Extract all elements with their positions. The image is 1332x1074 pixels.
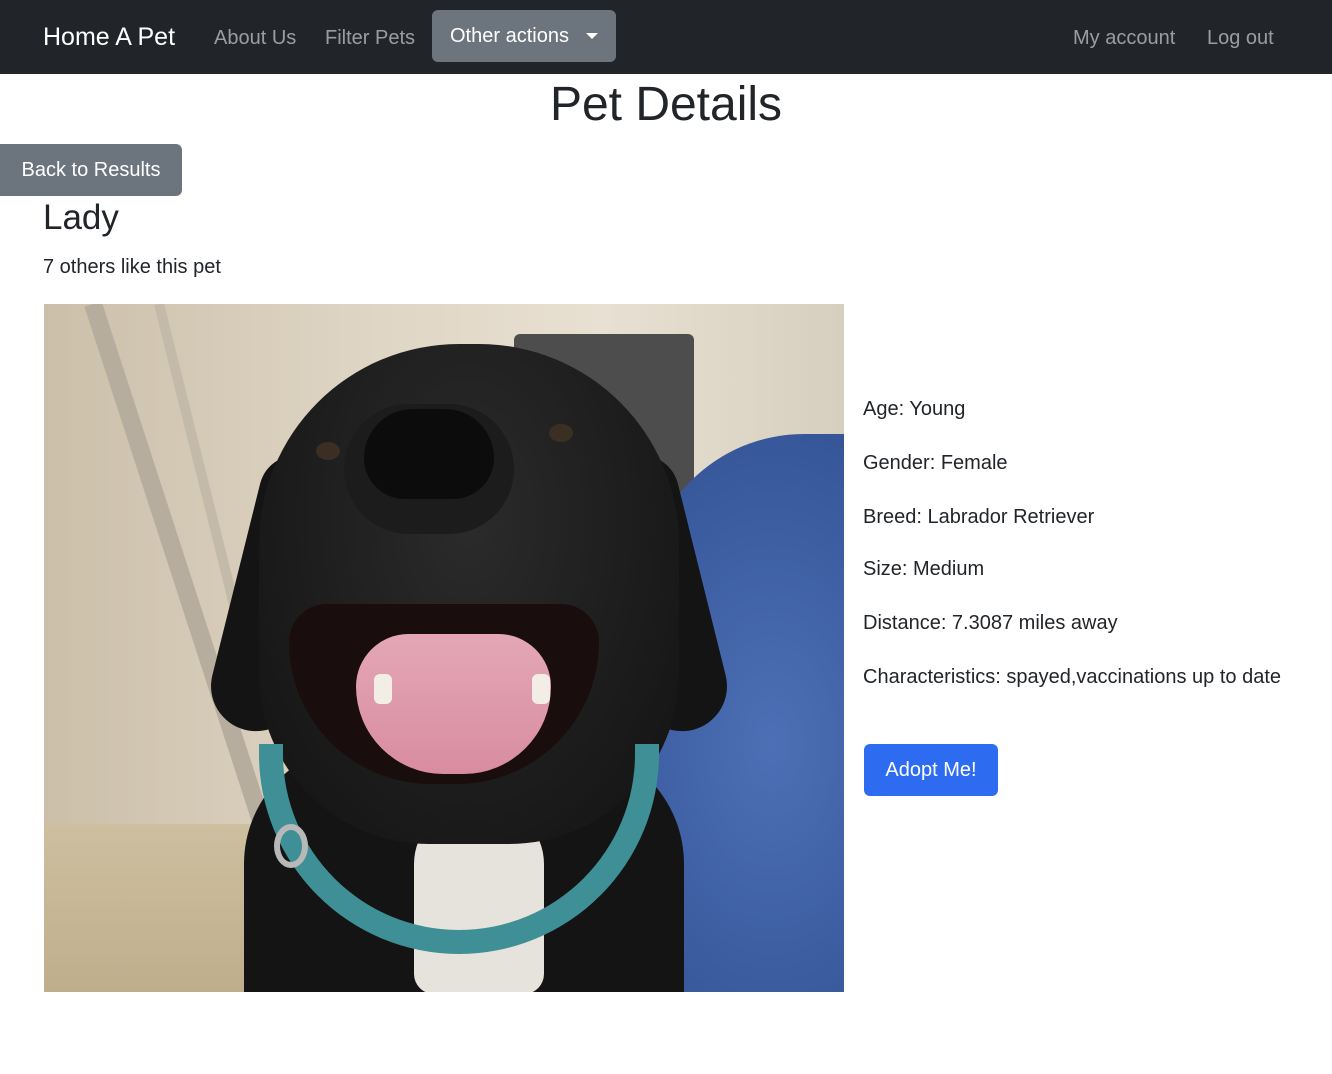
top-navbar: Home A Pet About Us Filter Pets Other ac…	[0, 0, 1332, 74]
pet-distance: Distance: 7.3087 miles away	[863, 612, 1118, 634]
caret-down-icon	[586, 33, 598, 39]
likes-count: 7 others like this pet	[43, 256, 221, 278]
other-actions-dropdown[interactable]: Other actions	[432, 10, 616, 62]
adopt-me-button[interactable]: Adopt Me!	[864, 744, 998, 796]
nav-my-account[interactable]: My account	[1073, 24, 1175, 52]
nav-log-out[interactable]: Log out	[1207, 24, 1274, 52]
nav-filter-pets[interactable]: Filter Pets	[325, 24, 415, 52]
brand-link[interactable]: Home A Pet	[43, 20, 175, 54]
other-actions-label: Other actions	[450, 25, 569, 47]
back-to-results-button[interactable]: Back to Results	[0, 144, 182, 196]
pet-breed: Breed: Labrador Retriever	[863, 506, 1095, 528]
pet-age: Age: Young	[863, 398, 966, 420]
pet-name: Lady	[43, 198, 119, 237]
pet-photo	[44, 304, 844, 992]
nav-about-us[interactable]: About Us	[214, 24, 296, 52]
pet-characteristics: Characteristics: spayed,vaccinations up …	[863, 666, 1281, 688]
pet-size: Size: Medium	[863, 558, 985, 580]
pet-gender: Gender: Female	[863, 452, 1008, 474]
page-title: Pet Details	[549, 78, 783, 131]
